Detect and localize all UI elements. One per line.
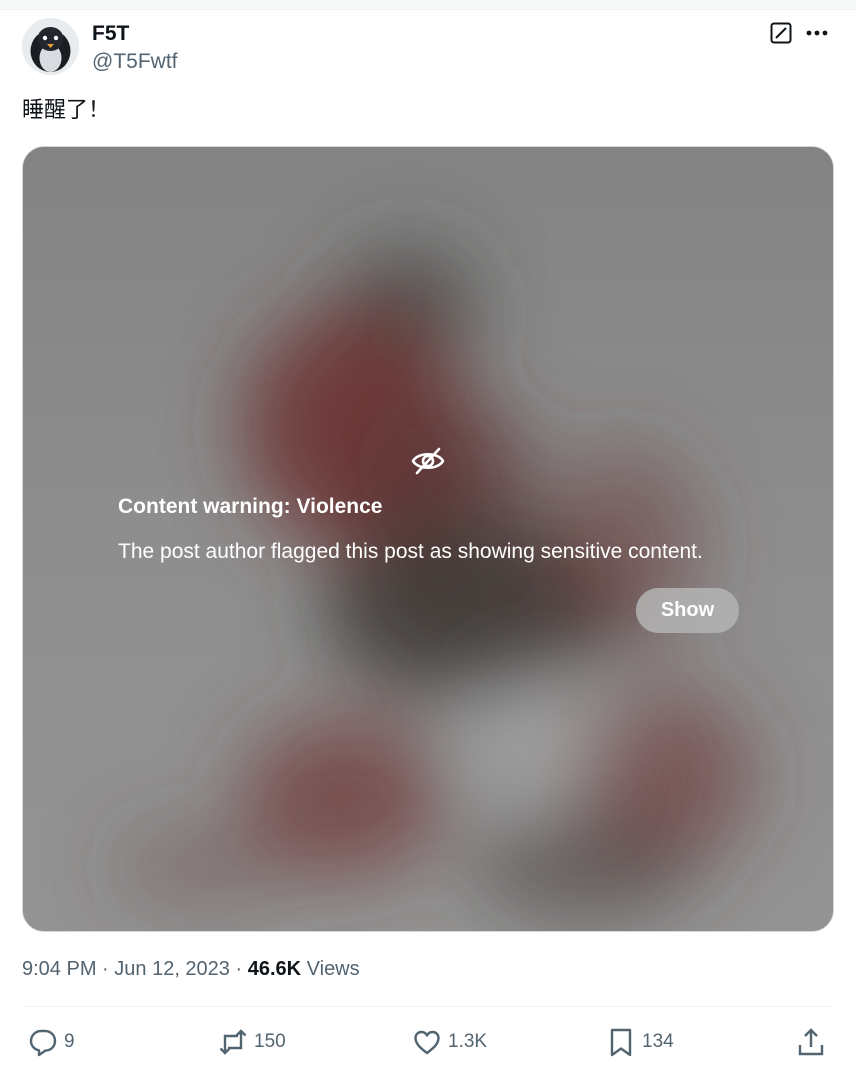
post-date[interactable]: Jun 12, 2023 — [114, 958, 230, 980]
author-display-name[interactable]: F5T — [92, 21, 129, 47]
penguin-avatar-image — [22, 18, 79, 75]
post-time[interactable]: 9:04 PM — [22, 958, 96, 980]
meta-separator: · — [96, 958, 115, 980]
author-handle[interactable]: @T5Fwtf — [92, 49, 178, 75]
views-count[interactable]: 46.6K — [248, 958, 301, 980]
post-text: 睡醒了！ — [22, 98, 111, 123]
heart-icon — [414, 1030, 440, 1055]
post-header: F5T @T5Fwtf — [22, 18, 834, 76]
warning-body: The post author flagged this post as sho… — [118, 540, 703, 563]
grok-icon[interactable] — [770, 22, 792, 44]
share-icon — [798, 1028, 824, 1056]
warning-title: Content warning: Violence — [118, 495, 383, 518]
post-meta: 9:04 PM · Jun 12, 2023 · 46.6K Views — [22, 956, 360, 982]
sensitive-media[interactable]: Content warning: Violence The post autho… — [22, 146, 834, 932]
bookmark-count: 134 — [642, 1031, 674, 1052]
eye-off-icon — [410, 443, 446, 479]
meta-separator: · — [229, 958, 248, 980]
repost-icon — [219, 1029, 247, 1055]
show-button[interactable]: Show — [636, 588, 739, 633]
actions-divider — [22, 1006, 834, 1007]
avatar[interactable] — [22, 18, 79, 75]
reply-count: 9 — [64, 1031, 75, 1052]
repost-count: 150 — [254, 1031, 286, 1052]
top-divider — [0, 0, 856, 10]
action-bar: 9 150 1.3K 134 — [22, 1022, 834, 1062]
more-icon[interactable] — [804, 20, 830, 46]
like-count: 1.3K — [448, 1031, 488, 1052]
like-button[interactable]: 1.3K — [412, 1022, 487, 1062]
reply-button[interactable]: 9 — [28, 1022, 75, 1062]
repost-button[interactable]: 150 — [218, 1022, 286, 1062]
reply-icon — [29, 1029, 57, 1057]
views-label: Views — [306, 958, 360, 980]
bookmark-button[interactable]: 134 — [606, 1022, 674, 1062]
bookmark-icon — [610, 1028, 632, 1057]
share-button[interactable] — [796, 1022, 826, 1062]
